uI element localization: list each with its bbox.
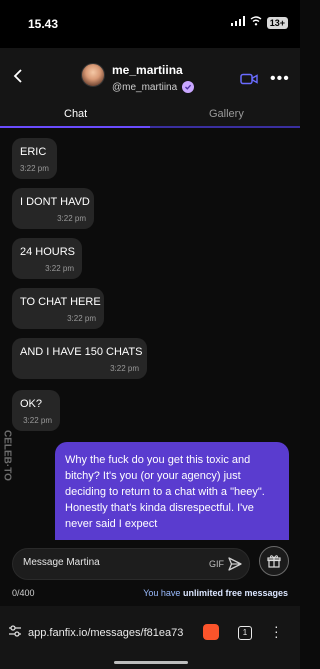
message-bubble: AND I HAVE 150 CHATS 3:22 pm (12, 338, 147, 379)
message-bubble: ERIC 3:22 pm (12, 138, 57, 179)
free-messages-note: You have unlimited free messages (143, 588, 288, 598)
message-text: I DONT HAVD (20, 196, 90, 208)
outgoing-message-text: Why the fuck do you get this toxic and b… (65, 454, 265, 530)
site-settings-icon[interactable] (8, 624, 22, 643)
outgoing-message-bubble: Why the fuck do you get this toxic and b… (55, 442, 289, 540)
message-bubble: 24 HOURS 3:22 pm (12, 238, 82, 279)
handle: @me_martiina (112, 81, 178, 93)
message-bubble: I DONT HAVD 3:22 pm (12, 188, 94, 229)
home-indicator (114, 661, 188, 664)
gift-button[interactable] (259, 546, 289, 576)
status-time: 15.43 (28, 17, 59, 31)
battery-indicator: 13+ (266, 16, 288, 29)
message-text: AND I HAVE 150 CHATS (20, 346, 143, 358)
signal-icon (230, 16, 245, 29)
back-button[interactable] (10, 66, 26, 86)
watermark: CELEB·TO (0, 430, 14, 481)
message-bubble: TO CHAT HERE 3:22 pm (12, 288, 104, 329)
message-list[interactable]: ERIC 3:22 pm I DONT HAVD 3:22 pm 24 HOUR… (0, 128, 300, 540)
tab-gallery[interactable]: Gallery (209, 108, 244, 120)
url-text[interactable]: app.fanfix.io/messages/f81ea73 (28, 627, 198, 639)
message-time: 3:22 pm (67, 314, 96, 323)
free-messages-strong: unlimited free messages (182, 588, 288, 598)
wifi-icon (250, 16, 262, 29)
message-text: OK? (20, 398, 43, 410)
send-button[interactable] (227, 556, 243, 577)
gif-button[interactable]: GIF (209, 559, 224, 569)
message-bubble: OK? 3:22 pm (12, 390, 60, 431)
message-input[interactable] (23, 557, 193, 568)
message-time: 3:22 pm (110, 364, 139, 373)
brave-shields-icon[interactable] (203, 624, 219, 640)
chevron-left-icon (13, 69, 22, 83)
message-time: 3:22 pm (57, 214, 86, 223)
message-composer: GIF (12, 548, 250, 580)
gift-icon (267, 555, 281, 568)
app: 15.43 13+ me_martiina @me_martiina ••• C (0, 0, 300, 669)
chat-header: me_martiina @me_martiina ••• Chat Galler… (0, 48, 300, 128)
browser-menu-icon[interactable]: · · · (274, 619, 279, 643)
message-text: 24 HOURS (20, 246, 76, 258)
username[interactable]: me_martiina (112, 63, 183, 77)
watermark-text: CELEB·TO (1, 430, 13, 481)
video-camera-icon (240, 73, 258, 85)
message-time: 3:22 pm (23, 416, 52, 425)
avatar[interactable] (81, 63, 105, 87)
send-icon (228, 557, 242, 571)
message-text: ERIC (20, 146, 47, 158)
tab-chat[interactable]: Chat (64, 108, 87, 120)
status-icons: 13+ (230, 16, 288, 29)
video-call-button[interactable] (240, 72, 258, 90)
character-counter: 0/400 (12, 588, 35, 598)
free-messages-prefix: You have (143, 588, 183, 598)
handle-row: @me_martiina (112, 81, 195, 93)
browser-url-bar: app.fanfix.io/messages/f81ea73 1 · · · (0, 606, 300, 669)
message-time: 3:22 pm (20, 164, 49, 173)
status-bar: 15.43 13+ (0, 0, 300, 48)
more-options-icon[interactable]: ••• (270, 70, 290, 88)
verified-badge-icon (182, 81, 195, 93)
tab-count-button[interactable]: 1 (238, 626, 252, 640)
message-time: 3:22 pm (45, 264, 74, 273)
message-text: TO CHAT HERE (20, 296, 101, 308)
